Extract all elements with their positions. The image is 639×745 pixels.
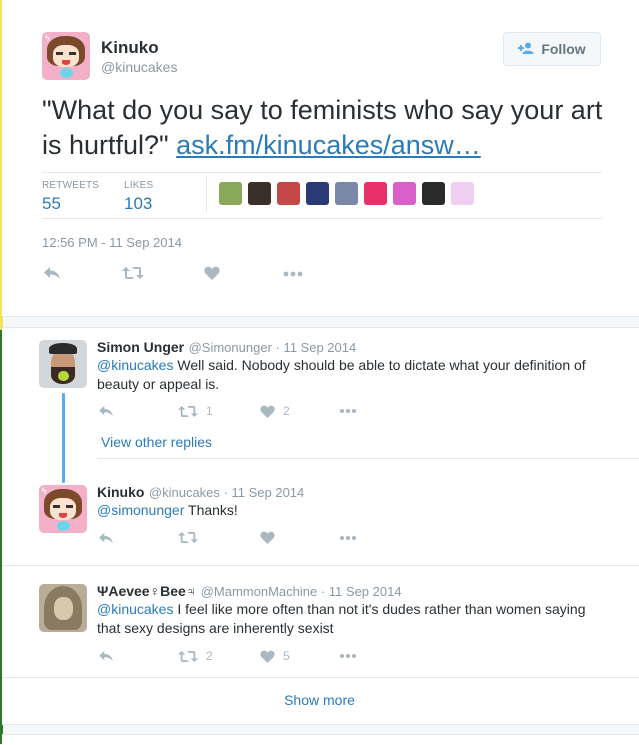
reply-text: @simonunger Thanks! (97, 501, 607, 520)
reply-divider (97, 458, 639, 459)
like-count: 2 (283, 404, 290, 418)
reply-author-name[interactable]: Kinuko (97, 484, 144, 500)
retweet-button[interactable]: 2 (178, 649, 213, 663)
reply-header: ΨAevee♀Bee♃ @MammonMachine · 11 Sep 2014 (97, 583, 402, 601)
liker-avatar[interactable] (277, 182, 300, 205)
reply-button[interactable] (98, 532, 114, 544)
stats-divider (206, 176, 207, 212)
reply-separator: · (271, 340, 284, 355)
author-name[interactable]: Kinuko (101, 38, 159, 58)
stats-top-divider (42, 172, 602, 173)
reply-date[interactable]: 11 Sep 2014 (231, 485, 304, 500)
reply-text: @kinucakes Well said. Nobody should be a… (97, 356, 607, 394)
show-more-link[interactable]: Show more (0, 692, 639, 708)
add-user-icon (518, 42, 535, 57)
reply-button[interactable] (98, 650, 114, 662)
reply-header: Kinuko @kinucakes · 11 Sep 2014 (97, 484, 304, 502)
stats-bottom-divider (42, 218, 602, 219)
tweet-link[interactable]: ask.fm/kinucakes/answ… (176, 130, 481, 160)
like-button[interactable]: 5 (260, 649, 290, 663)
likes-count[interactable]: 103 (124, 194, 152, 214)
reply-separator: · (317, 584, 329, 599)
reply-icon (99, 650, 113, 662)
more-button[interactable] (338, 405, 358, 417)
reply-button[interactable] (43, 266, 61, 280)
liker-avatar[interactable] (306, 182, 329, 205)
retweet-count: 2 (206, 649, 213, 663)
heart-icon (204, 266, 220, 280)
reply-icon (99, 532, 113, 544)
reply-avatar-kinuko[interactable]: ϟ (39, 485, 87, 533)
retweet-button[interactable] (178, 531, 198, 544)
liker-avatar[interactable] (335, 182, 358, 205)
reply-divider (2, 565, 639, 566)
like-button[interactable] (260, 531, 275, 544)
follow-label: Follow (541, 41, 586, 57)
more-button[interactable] (338, 532, 358, 544)
more-button[interactable] (338, 650, 358, 662)
retweet-button[interactable]: 1 (178, 404, 213, 418)
reply-icon (99, 405, 113, 417)
reply-separator: · (219, 485, 232, 500)
reply-icon (44, 267, 60, 279)
retweets-label: RETWEETS (42, 180, 100, 191)
reply-text: @kinucakes I feel like more often than n… (97, 600, 607, 638)
reply-avatar-simon[interactable] (39, 340, 87, 388)
reply-body: Thanks! (184, 502, 238, 518)
tweet-text: "What do you say to feminists who say yo… (42, 93, 622, 163)
retweet-button[interactable] (122, 266, 144, 280)
heart-icon (260, 650, 275, 663)
reply-date[interactable]: 11 Sep 2014 (329, 584, 402, 599)
reply-author-handle[interactable]: @Simonunger (189, 340, 272, 355)
retweet-icon (178, 532, 198, 543)
more-icon (339, 535, 357, 541)
reply-avatar-aevee[interactable] (39, 584, 87, 632)
more-button[interactable] (283, 266, 303, 280)
thread-line (62, 393, 65, 483)
reply-mention[interactable]: @simonunger (97, 502, 184, 518)
heart-icon (260, 405, 275, 418)
reply-author-name[interactable]: ΨAevee♀Bee♃ (97, 583, 196, 599)
heart-icon (260, 531, 275, 544)
show-more-divider (2, 677, 639, 678)
liker-avatar[interactable] (248, 182, 271, 205)
reply-author-handle[interactable]: @kinucakes (149, 485, 220, 500)
reply-author-handle[interactable]: @MammonMachine (201, 584, 318, 599)
like-count: 5 (283, 649, 290, 663)
like-button[interactable]: 2 (260, 404, 290, 418)
tweet-timestamp[interactable]: 12:56 PM - 11 Sep 2014 (42, 235, 182, 250)
reply-date[interactable]: 11 Sep 2014 (283, 340, 356, 355)
next-card-edge (2, 734, 639, 745)
follow-button[interactable]: Follow (503, 32, 601, 66)
reply-mention[interactable]: @kinucakes (97, 601, 173, 617)
liker-avatar[interactable] (219, 182, 242, 205)
liker-avatar[interactable] (364, 182, 387, 205)
liker-avatar[interactable] (393, 182, 416, 205)
liker-avatar[interactable] (451, 182, 474, 205)
liker-avatar[interactable] (422, 182, 445, 205)
reply-mention[interactable]: @kinucakes (97, 357, 173, 373)
reply-button[interactable] (98, 405, 114, 417)
retweet-icon (122, 267, 144, 279)
more-icon (339, 408, 357, 414)
reply-author-name[interactable]: Simon Unger (97, 339, 184, 355)
retweets-count[interactable]: 55 (42, 194, 61, 214)
retweet-count: 1 (206, 404, 213, 418)
author-avatar[interactable]: ϟ (42, 32, 90, 80)
like-button[interactable] (204, 266, 220, 280)
view-other-replies-link[interactable]: View other replies (101, 434, 212, 450)
more-icon (283, 271, 303, 277)
likes-label: LIKES (124, 180, 154, 191)
retweet-icon (178, 650, 198, 662)
retweet-icon (178, 405, 198, 417)
more-icon (339, 653, 357, 659)
reply-header: Simon Unger @Simonunger · 11 Sep 2014 (97, 339, 356, 357)
author-handle[interactable]: @kinucakes (101, 59, 177, 75)
